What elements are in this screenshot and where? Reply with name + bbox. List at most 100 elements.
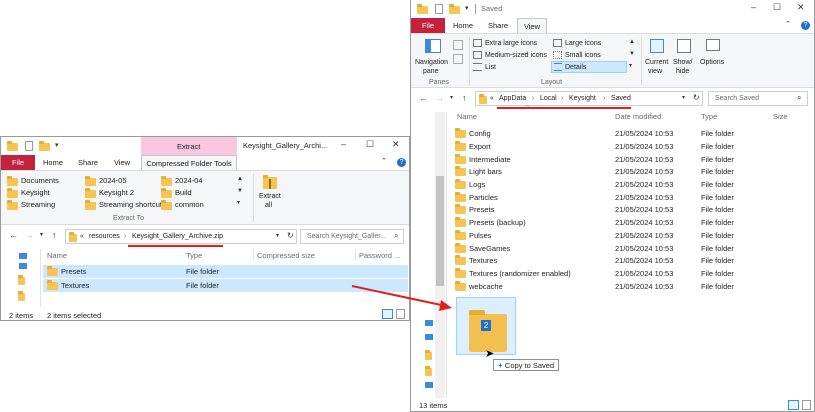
layout-small-icons[interactable]: Small icons [565,52,601,59]
refresh-icon[interactable]: ↻ [287,232,294,240]
address-overflow[interactable]: « [490,95,494,102]
tab-share[interactable]: Share [71,155,105,170]
breadcrumb-appdata[interactable]: AppData [499,95,526,102]
more-destinations-icon[interactable]: ▾ [237,200,240,206]
scroll-up-icon[interactable]: ▲ [629,39,635,45]
pc-icon[interactable] [19,253,27,259]
tab-home[interactable]: Home [37,155,69,170]
list-item[interactable]: Light bars 21/05/2024 10:53 File folder [451,165,811,178]
options-button[interactable]: Options [699,37,727,77]
destination-2024-05[interactable]: 2024-05 [99,177,127,185]
layout-large-icons[interactable]: Large icons [565,40,601,47]
column-header-type[interactable]: Type [186,252,202,260]
pc-icon[interactable] [425,320,433,326]
new-folder-icon[interactable] [449,4,460,14]
search-input[interactable]: Search Saved ⌕ [708,91,808,106]
quick-access-dropdown-icon[interactable]: ▾ [465,5,469,12]
list-item[interactable]: Textures (randomizer enabled) 21/05/2024 … [451,267,811,280]
list-item[interactable]: Logs 21/05/2024 10:53 File folder [451,178,811,191]
current-view-button[interactable]: Current view [645,37,669,77]
forward-icon[interactable]: → [435,94,444,103]
scroll-down-icon[interactable]: ▼ [237,188,243,194]
new-folder-icon[interactable] [39,141,50,151]
preview-pane-button[interactable] [453,40,463,50]
scroll-up-icon[interactable]: ▲ [237,176,243,182]
layout-list[interactable]: List [485,64,496,71]
destination-common[interactable]: common [175,201,204,209]
details-view-icon[interactable] [788,400,799,410]
recent-locations-icon[interactable]: ▾ [450,95,453,101]
destination-streaming-shortcuts[interactable]: Streaming shortcuts [99,201,166,209]
quick-access-dropdown-icon[interactable]: ▾ [55,142,59,149]
list-item[interactable]: Textures 21/05/2024 10:53 File folder [451,254,811,267]
breadcrumb-keysight[interactable]: Keysight [569,95,596,102]
address-bar[interactable]: « resources › Keysight_Gallery_Archive.z… [65,229,297,244]
details-pane-button[interactable] [453,54,463,64]
ribbon-collapse-icon[interactable]: ⌃ [381,158,387,165]
folder-icon[interactable] [18,291,25,301]
tab-view[interactable]: View [517,18,547,33]
pc-icon[interactable] [19,263,27,269]
search-input[interactable]: Search Keysight_Galler... ⌕ [300,229,404,244]
close-icon[interactable]: ✕ [392,140,400,149]
layout-medium-sized-icons[interactable]: Medium-sized icons [485,52,547,59]
scroll-down-icon[interactable]: ▼ [629,51,635,57]
tab-compressed-folder-tools[interactable]: Compressed Folder Tools [141,155,237,170]
tab-view[interactable]: View [107,155,137,170]
layout-extra-large-icons[interactable]: Extra large icons [485,40,537,47]
column-header-date-modified[interactable]: Date modified [615,113,661,121]
tab-home[interactable]: Home [447,18,479,33]
list-item[interactable]: Pulses 21/05/2024 10:53 File folder [451,229,811,242]
list-item[interactable]: Presets 21/05/2024 10:53 File folder [451,203,811,216]
pc-icon[interactable] [425,382,433,388]
tab-file[interactable]: File [411,18,445,33]
pc-icon[interactable] [425,334,433,340]
folder-icon[interactable] [18,275,25,285]
destination-2024-04[interactable]: 2024-04 [175,177,203,185]
minimize-icon[interactable]: – [751,3,756,12]
folder-icon[interactable] [425,350,432,360]
folder-icon[interactable] [425,366,432,376]
tab-share[interactable]: Share [481,18,515,33]
close-icon[interactable]: ✕ [797,3,805,12]
destination-build[interactable]: Build [175,189,192,197]
properties-icon[interactable] [25,141,33,151]
column-header-type[interactable]: Type [701,113,717,121]
help-icon[interactable]: ? [397,158,406,167]
up-icon[interactable]: ↑ [462,94,467,103]
nav-scrollbar[interactable] [435,112,445,398]
layout-details[interactable]: Details [565,64,586,71]
refresh-icon[interactable]: ↻ [693,94,700,102]
destination-documents[interactable]: Documents [21,177,59,185]
column-header-password[interactable]: Password ... [359,252,400,260]
address-bar[interactable]: « AppData › Local › Keysight › Saved ▾ [475,91,703,106]
breadcrumb-archive[interactable]: Keysight_Gallery_Archive.zip [132,233,223,240]
help-icon[interactable]: ? [801,21,810,30]
destination-keysight[interactable]: Keysight [21,189,50,197]
up-icon[interactable]: ↑ [52,231,57,240]
column-header-compressed-size[interactable]: Compressed size [257,252,315,260]
back-icon[interactable]: ← [9,231,18,240]
forward-icon[interactable]: → [25,231,34,240]
ribbon-collapse-icon[interactable]: ⌃ [785,21,791,28]
table-row[interactable]: Textures File folder [43,279,408,292]
table-row[interactable]: Presets File folder [43,265,408,278]
layout-details-selected[interactable] [551,61,627,73]
column-header-size[interactable]: Size [773,113,788,121]
more-layouts-icon[interactable]: ▾ [629,63,632,69]
maximize-icon[interactable]: ☐ [366,140,374,149]
list-item[interactable]: Export 21/05/2024 10:53 File folder [451,140,811,153]
address-dropdown-icon[interactable]: ▾ [276,233,279,239]
column-header-name[interactable]: Name [457,113,477,121]
breadcrumb-resources[interactable]: resources [89,233,120,240]
maximize-icon[interactable]: ☐ [773,3,781,12]
column-header-name[interactable]: Name [47,252,67,260]
address-dropdown-icon[interactable]: ▾ [682,95,685,101]
recent-locations-icon[interactable]: ▾ [40,232,43,238]
large-icons-view-icon[interactable] [396,309,405,319]
nav-scrollbar-thumb[interactable] [436,176,444,286]
back-icon[interactable]: ← [419,94,428,103]
destination-streaming[interactable]: Streaming [21,201,55,209]
show-hide-button[interactable]: Show/ hide [672,37,696,77]
details-view-icon[interactable] [382,309,393,319]
